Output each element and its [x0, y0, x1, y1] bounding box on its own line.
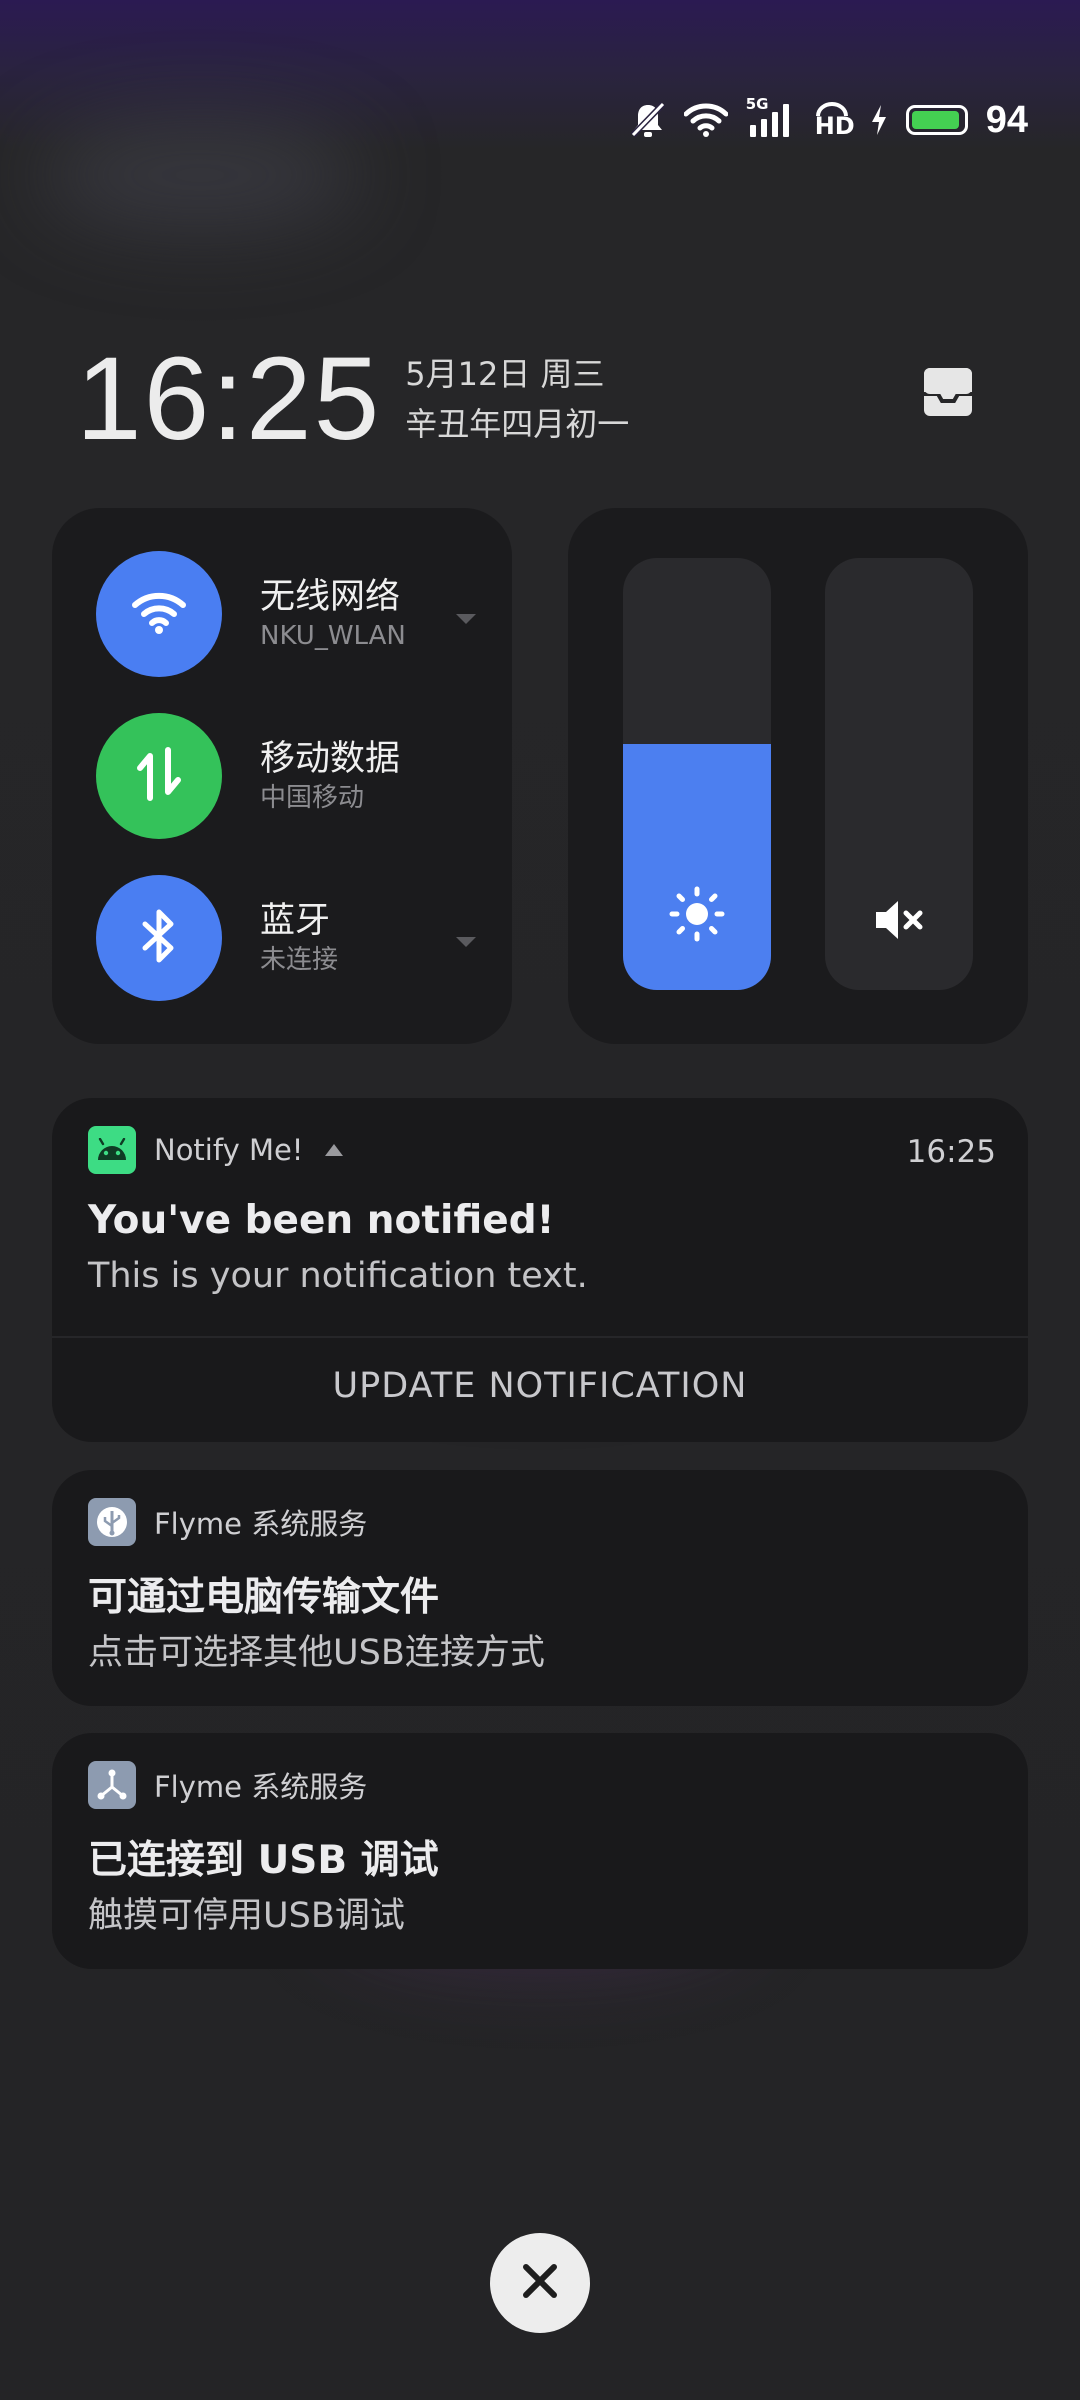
- cell-signal-icon: 5G: [746, 95, 794, 139]
- bluetooth-title: 蓝牙: [260, 901, 331, 941]
- sliders-panel: [568, 508, 1028, 1044]
- battery-icon: [905, 105, 968, 135]
- usb-debug-icon: [88, 1761, 136, 1809]
- wifi-toggle-text: 无线网络 NKU_WLAN: [260, 575, 406, 653]
- notification-header: Notify Me!: [88, 1126, 344, 1174]
- bluetooth-toggle-button[interactable]: [96, 875, 222, 1001]
- wifi-dropdown-icon[interactable]: [456, 614, 476, 624]
- wifi-toggle-button[interactable]: [96, 551, 222, 677]
- bluetooth-toggle[interactable]: 蓝牙 未连接: [96, 875, 338, 1001]
- notification-title: You've been notified!: [88, 1198, 555, 1243]
- date-label[interactable]: 5月12日 周三: [405, 349, 629, 399]
- clock-date-block: 5月12日 周三 辛丑年四月初一: [405, 349, 629, 449]
- wifi-signal-icon: [683, 103, 728, 137]
- hd-voice-icon: HD: [812, 100, 855, 140]
- notification-title: 可通过电脑传输文件: [88, 1575, 440, 1620]
- notification-divider: [52, 1336, 1028, 1338]
- bluetooth-icon: [139, 908, 179, 968]
- android-icon: [88, 1126, 136, 1174]
- brightness-slider[interactable]: [623, 558, 771, 990]
- notification-shade: 5G HD 94 16:25 5月12日 周三 辛丑年四月初一 无线网络 NKU…: [0, 0, 1080, 2400]
- sun-icon: [623, 886, 771, 942]
- bluetooth-status: 未连接: [260, 945, 339, 975]
- mute-icon: [825, 898, 973, 942]
- notification-header: Flyme 系统服务: [88, 1761, 367, 1809]
- notification-body: 触摸可停用USB调试: [88, 1896, 405, 1936]
- mobile-data-toggle-button[interactable]: [96, 713, 222, 839]
- status-bar: 5G HD 94: [630, 92, 1028, 148]
- wifi-network-name: NKU_WLAN: [260, 621, 406, 651]
- app-name: Notify Me!: [154, 1133, 304, 1167]
- notification-time: 16:25: [906, 1134, 996, 1170]
- clock-row: 16:25 5月12日 周三 辛丑年四月初一: [76, 340, 629, 458]
- charging-icon: [870, 104, 888, 136]
- wifi-icon: [131, 589, 187, 639]
- connectivity-toggles-panel: 无线网络 NKU_WLAN 移动数据 中国移动 蓝牙 未连接: [52, 508, 512, 1044]
- wifi-title: 无线网络: [260, 577, 401, 617]
- update-notification-button[interactable]: UPDATE NOTIFICATION: [52, 1366, 1028, 1406]
- notification-body: This is your notification text.: [88, 1256, 588, 1296]
- volume-slider[interactable]: [825, 558, 973, 990]
- notification-card-usb-debugging[interactable]: Flyme 系统服务 已连接到 USB 调试 触摸可停用USB调试: [52, 1733, 1028, 1969]
- blurred-background: [40, 120, 360, 230]
- notification-card-usb-transfer[interactable]: Flyme 系统服务 可通过电脑传输文件 点击可选择其他USB连接方式: [52, 1470, 1028, 1706]
- mobile-data-toggle[interactable]: 移动数据 中国移动: [96, 713, 400, 839]
- app-name: Flyme 系统服务: [154, 1507, 368, 1541]
- clear-all-button[interactable]: [490, 2233, 590, 2333]
- battery-percentage: 94: [985, 98, 1028, 141]
- battery-level-fill: [911, 111, 959, 129]
- close-icon: [521, 2262, 559, 2304]
- notification-history-icon[interactable]: [922, 366, 974, 418]
- mobile-data-toggle-text: 移动数据 中国移动: [260, 737, 400, 815]
- mobile-data-icon: [134, 746, 184, 806]
- notification-header: Flyme 系统服务: [88, 1498, 367, 1546]
- collapse-icon[interactable]: [325, 1144, 344, 1156]
- silent-bell-icon: [630, 101, 666, 139]
- bluetooth-toggle-text: 蓝牙 未连接: [260, 899, 338, 977]
- clock-time[interactable]: 16:25: [76, 340, 381, 458]
- hd-label: HD: [814, 112, 855, 140]
- notification-body: 点击可选择其他USB连接方式: [88, 1633, 545, 1673]
- mobile-data-title: 移动数据: [260, 739, 401, 779]
- bluetooth-dropdown-icon[interactable]: [456, 937, 476, 947]
- app-name: Flyme 系统服务: [154, 1770, 368, 1804]
- notification-card-notify-me[interactable]: Notify Me! 16:25 You've been notified! T…: [52, 1098, 1028, 1442]
- usb-icon: [88, 1498, 136, 1546]
- brightness-level-fill: [623, 743, 771, 990]
- carrier-name: 中国移动: [260, 783, 365, 813]
- lunar-date-label: 辛丑年四月初一: [405, 405, 630, 443]
- notification-title: 已连接到 USB 调试: [88, 1838, 439, 1883]
- wifi-toggle[interactable]: 无线网络 NKU_WLAN: [96, 551, 406, 677]
